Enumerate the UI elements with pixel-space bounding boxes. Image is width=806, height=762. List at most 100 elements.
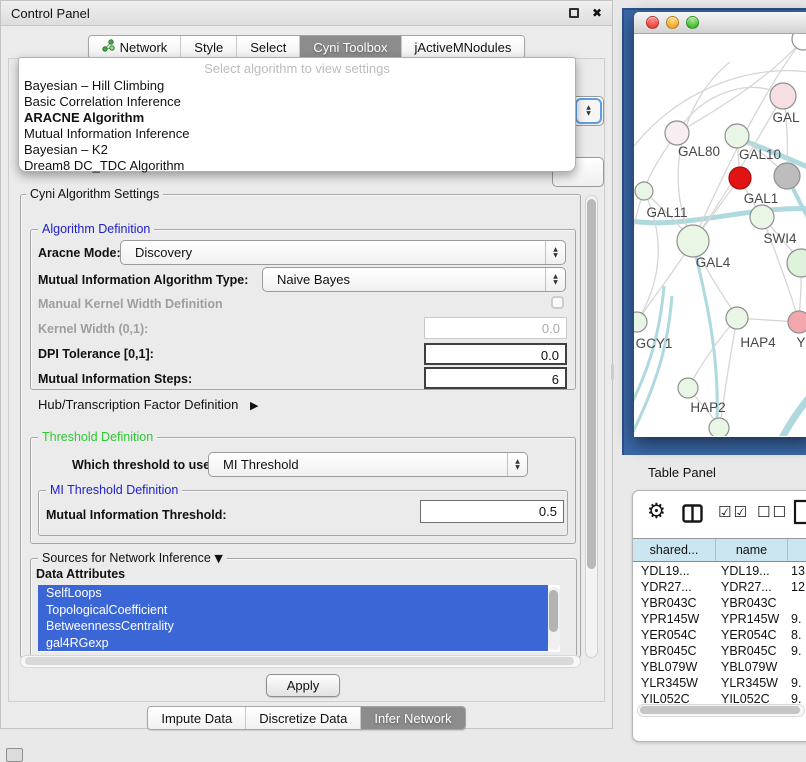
table-cell[interactable]: 9. [787, 643, 806, 659]
table-cell[interactable]: YIL052C [715, 691, 787, 704]
network-node-gal10[interactable] [725, 124, 749, 148]
table-cell[interactable]: YDL19... [715, 563, 787, 579]
close-icon[interactable]: ✖ [592, 8, 602, 18]
network-graph[interactable]: GALGAL80GAL10GAL1GAL11SWI4GAL4HAP4YGCY1H… [634, 34, 806, 436]
tab-jactivemnodules[interactable]: jActiveMNodules [401, 36, 525, 58]
table-horizontal-scrollbar[interactable] [637, 704, 805, 717]
new-table-icon[interactable] [793, 499, 806, 530]
tab-infer-network[interactable]: Infer Network [360, 707, 464, 729]
kernel-width-field[interactable]: 0.0 [424, 317, 567, 339]
hub-definition-expander[interactable]: Hub/Transcription Factor Definition ▶ [38, 397, 258, 412]
table-cell[interactable]: YBL079W [715, 659, 787, 675]
splitter-gripper[interactable] [611, 364, 614, 380]
split-columns-icon[interactable] [682, 504, 703, 528]
network-window-titlebar[interactable] [634, 12, 806, 34]
network-edge[interactable] [634, 191, 644, 274]
scrollbar-thumb[interactable] [549, 590, 558, 632]
tab-impute-data[interactable]: Impute Data [148, 707, 245, 729]
table-cell[interactable]: YDR27... [633, 579, 715, 595]
mi-type-combobox[interactable]: Naive Bayes ▲▼ [262, 267, 566, 292]
scrollbar-thumb[interactable] [640, 706, 800, 714]
attributes-list-scrollbar[interactable] [548, 587, 560, 650]
network-node[interactable] [792, 34, 806, 50]
table-cell[interactable]: 8. [787, 627, 806, 643]
table-cell[interactable]: YLR345W [633, 675, 715, 691]
table-cell[interactable] [787, 595, 806, 611]
mi-steps-field[interactable]: 6 [424, 367, 567, 389]
check-all-icon[interactable]: ☑☑ [718, 503, 749, 521]
network-node-swi4[interactable] [750, 205, 774, 229]
algorithm-option[interactable]: Basic Correlation Inference [19, 94, 575, 110]
table-cell[interactable]: YBR043C [715, 595, 787, 611]
table-cell[interactable]: 9. [787, 691, 806, 704]
tab-style[interactable]: Style [180, 36, 236, 58]
table-cell[interactable]: YBR045C [633, 643, 715, 659]
settings-vertical-scrollbar[interactable] [585, 195, 598, 658]
table-cell[interactable]: 9. [787, 675, 806, 691]
table-cell[interactable]: YIL052C [633, 691, 715, 704]
table-row[interactable]: YIL052CYIL052C9. [633, 691, 806, 704]
manual-kernel-checkbox[interactable] [551, 296, 564, 309]
scrollbar-thumb[interactable] [587, 199, 596, 569]
table-row[interactable]: YDL19...YDL19...13 [633, 563, 806, 579]
table-cell[interactable]: 12 [787, 579, 806, 595]
data-attributes-list[interactable]: SelfLoopsTopologicalCoefficientBetweenne… [38, 585, 560, 652]
network-node-gal1[interactable] [729, 167, 751, 189]
table-row[interactable]: YLR345WYLR345W9. [633, 675, 806, 691]
table-cell[interactable]: YPR145W [715, 611, 787, 627]
table-cell[interactable]: YBL079W [633, 659, 715, 675]
table-cell[interactable]: YPR145W [633, 611, 715, 627]
uncheck-all-icon[interactable]: ☐☐ [757, 503, 788, 521]
table-row[interactable]: YPR145WYPR145W9. [633, 611, 806, 627]
dpi-tolerance-field[interactable]: 0.0 [424, 343, 567, 365]
network-node-gal80[interactable] [665, 121, 689, 145]
table-column-header[interactable]: shared... [633, 539, 715, 561]
attribute-list-item[interactable]: SelfLoops [38, 585, 548, 602]
network-edge[interactable] [688, 318, 737, 388]
table-cell[interactable]: YER054C [715, 627, 787, 643]
settings-horizontal-scrollbar[interactable] [20, 655, 581, 668]
network-node[interactable] [709, 418, 729, 436]
float-window-icon[interactable] [569, 8, 579, 18]
mac-close-icon[interactable] [646, 16, 659, 29]
table-cell[interactable]: YDR27... [715, 579, 787, 595]
network-node-gcy1[interactable] [634, 312, 647, 332]
algorithm-option[interactable]: Bayesian – Hill Climbing [19, 78, 575, 94]
network-node-gal11[interactable] [635, 182, 653, 200]
algorithm-option[interactable]: Mutual Information Inference [19, 126, 575, 142]
table-row[interactable]: YBR045CYBR045C9. [633, 643, 806, 659]
tab-network[interactable]: Network [89, 36, 181, 58]
table-row[interactable]: YBL079WYBL079W [633, 659, 806, 675]
table-row[interactable]: YDR27...YDR27...12 [633, 579, 806, 595]
mac-zoom-icon[interactable] [686, 16, 699, 29]
algorithm-option[interactable]: Dream8 DC_TDC Algorithm [19, 158, 575, 174]
gear-icon[interactable]: ⚙ [647, 499, 666, 523]
network-node[interactable] [787, 249, 806, 277]
which-threshold-combobox[interactable]: MI Threshold ▲▼ [208, 452, 528, 477]
table-cell[interactable] [787, 659, 806, 675]
table-row[interactable]: YER054CYER054C8. [633, 627, 806, 643]
network-edge[interactable] [782, 376, 806, 436]
table-cell[interactable]: YBR045C [715, 643, 787, 659]
apply-button[interactable]: Apply [266, 674, 340, 697]
mi-threshold-field[interactable]: 0.5 [420, 500, 564, 523]
attribute-list-item[interactable]: BetweennessCentrality [38, 618, 548, 635]
network-node-gal4[interactable] [677, 225, 709, 257]
table-cell[interactable]: YBR043C [633, 595, 715, 611]
aracne-mode-combobox[interactable]: Discovery ▲▼ [120, 240, 566, 265]
network-node[interactable] [774, 163, 800, 189]
network-window[interactable]: GALGAL80GAL10GAL1GAL11SWI4GAL4HAP4YGCY1H… [634, 12, 806, 437]
dock-panel-icon[interactable] [6, 748, 23, 762]
network-node-hap2[interactable] [678, 378, 698, 398]
table-cell[interactable]: 9. [787, 611, 806, 627]
scrollbar-thumb[interactable] [25, 657, 574, 665]
mac-minimize-icon[interactable] [666, 16, 679, 29]
tab-discretize-data[interactable]: Discretize Data [245, 707, 360, 729]
table-cell[interactable]: 13 [787, 563, 806, 579]
table-cell[interactable]: YER054C [633, 627, 715, 643]
table-column-header[interactable]: name [715, 539, 787, 561]
table-column-header[interactable] [787, 539, 806, 561]
algorithm-option[interactable]: ARACNE Algorithm [19, 110, 575, 126]
sources-expander[interactable]: Sources for Network Inference ▼ [38, 551, 227, 565]
attribute-list-item[interactable]: gal4RGexp [38, 635, 548, 652]
